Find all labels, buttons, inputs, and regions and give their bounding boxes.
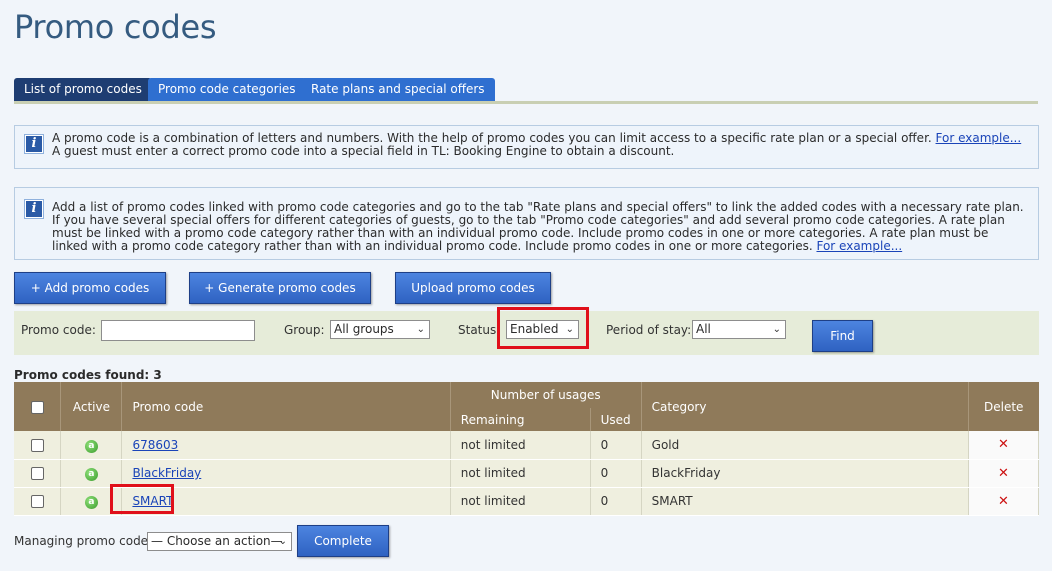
- bulk-action-select[interactable]: — Choose an action— ⌄: [147, 532, 292, 551]
- group-label: Group:: [284, 323, 325, 337]
- delete-header: Delete: [968, 382, 1039, 431]
- tab-rate-plans[interactable]: Rate plans and special offers: [301, 78, 495, 101]
- info-icon: i: [24, 199, 44, 219]
- promo-code-link[interactable]: 678603: [132, 438, 178, 452]
- find-button[interactable]: Find: [812, 320, 873, 352]
- row-checkbox[interactable]: [30, 495, 44, 508]
- example-link[interactable]: For example...: [936, 131, 1022, 145]
- chevron-down-icon: ⌄: [772, 324, 781, 335]
- results-count: Promo codes found: 3: [14, 368, 162, 382]
- select-all-checkbox[interactable]: [30, 400, 44, 414]
- used-cell: 0: [590, 487, 642, 516]
- usages-header: Number of usages: [450, 382, 642, 408]
- category-cell: SMART: [641, 487, 969, 516]
- promo-code-input[interactable]: [101, 320, 255, 341]
- info-box-instructions: i Add a list of promo codes linked with …: [14, 187, 1039, 260]
- status-label: Status:: [458, 323, 501, 337]
- chevron-down-icon: ⌄: [278, 536, 287, 547]
- active-header: Active: [60, 382, 123, 431]
- table-row: a 678603 not limited 0 Gold ✕: [14, 431, 1040, 460]
- smart-highlight-box: [110, 484, 174, 514]
- upload-promo-codes-button[interactable]: Upload promo codes: [395, 272, 551, 304]
- complete-button[interactable]: Complete: [297, 525, 389, 557]
- used-cell: 0: [590, 431, 642, 460]
- remaining-cell: not limited: [450, 487, 591, 516]
- info-text: A promo code is a combination of letters…: [52, 131, 936, 145]
- info-box-intro: i A promo code is a combination of lette…: [14, 125, 1039, 169]
- group-select-value: All groups: [334, 322, 394, 336]
- used-cell: 0: [590, 459, 642, 488]
- used-header: Used: [590, 408, 642, 431]
- group-select[interactable]: All groups ⌄: [330, 320, 430, 339]
- select-all-header: [14, 382, 62, 431]
- category-header[interactable]: Category: [641, 382, 969, 431]
- generate-promo-codes-button[interactable]: + Generate promo codes: [189, 272, 371, 304]
- remaining-cell: not limited: [450, 431, 591, 460]
- delete-icon[interactable]: ✕: [998, 437, 1009, 452]
- promo-code-header[interactable]: Promo code: [121, 382, 451, 431]
- period-select-value: All: [696, 322, 711, 336]
- info-text-after: A guest must enter a correct promo code …: [52, 144, 675, 158]
- active-status-icon: a: [84, 468, 98, 481]
- tab-divider: [14, 101, 1038, 104]
- add-promo-codes-button[interactable]: + Add promo codes: [14, 272, 166, 304]
- info-icon: i: [24, 134, 44, 154]
- period-of-stay-select[interactable]: All ⌄: [692, 320, 786, 339]
- remaining-header: Remaining: [450, 408, 591, 431]
- delete-icon[interactable]: ✕: [998, 494, 1009, 509]
- chevron-down-icon: ⌄: [416, 324, 425, 335]
- active-status-icon: a: [84, 496, 98, 509]
- tab-list-of-promo-codes[interactable]: List of promo codes: [14, 78, 152, 101]
- row-checkbox[interactable]: [30, 438, 44, 452]
- table-row: a BlackFriday not limited 0 BlackFriday …: [14, 459, 1040, 488]
- status-highlight-box: [497, 307, 589, 349]
- period-of-stay-label: Period of stay:: [606, 323, 692, 337]
- managing-promo-codes-label: Managing promo codes: [14, 534, 155, 548]
- tab-promo-code-categories[interactable]: Promo code categories: [148, 78, 306, 101]
- promo-code-label: Promo code:: [21, 323, 96, 337]
- example-link[interactable]: For example...: [816, 239, 902, 253]
- category-cell: BlackFriday: [641, 459, 969, 488]
- promo-code-link[interactable]: BlackFriday: [132, 466, 201, 480]
- remaining-cell: not limited: [450, 459, 591, 488]
- delete-icon[interactable]: ✕: [998, 466, 1009, 481]
- bulk-action-value: — Choose an action—: [151, 534, 283, 548]
- page-title: Promo codes: [14, 8, 217, 46]
- category-cell: Gold: [641, 431, 969, 460]
- active-status-icon: a: [84, 439, 98, 453]
- row-checkbox[interactable]: [30, 467, 44, 480]
